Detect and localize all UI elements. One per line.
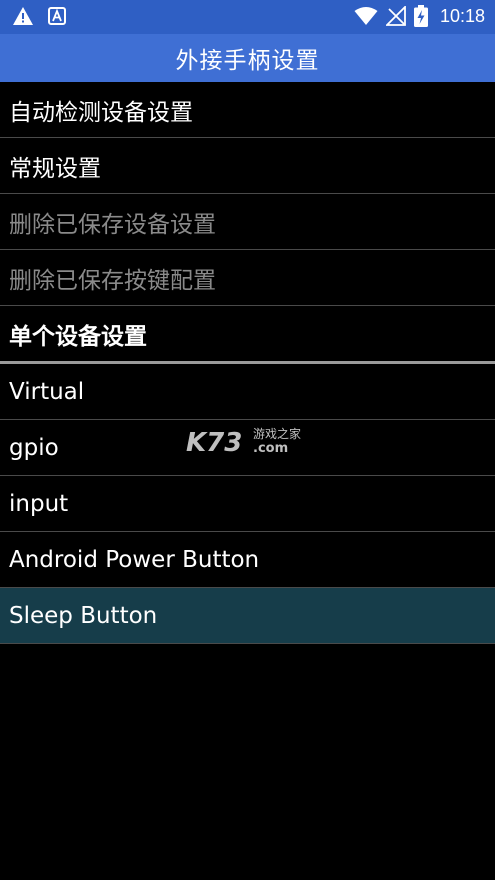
menu-item-delete-key-config: 删除已保存按键配置 <box>0 250 495 306</box>
menu-item-label: 删除已保存按键配置 <box>9 267 216 294</box>
device-item-label: Virtual <box>9 378 85 405</box>
menu-item-auto-detect[interactable]: 自动检测设备设置 <box>0 82 495 138</box>
device-item-sleep-button[interactable]: Sleep Button <box>0 588 495 644</box>
device-item-label: gpio <box>9 434 59 461</box>
menu-item-general[interactable]: 常规设置 <box>0 138 495 194</box>
battery-charging-icon <box>413 5 428 27</box>
status-right-icons: 10:18 <box>354 5 485 27</box>
menu-item-label: 常规设置 <box>9 155 101 182</box>
menu-item-delete-device-settings: 删除已保存设备设置 <box>0 194 495 250</box>
no-signal-icon <box>385 6 406 26</box>
device-item-virtual[interactable]: Virtual <box>0 364 495 420</box>
a-box-icon <box>48 7 66 25</box>
menu-item-label: 自动检测设备设置 <box>9 99 193 126</box>
menu-item-label: 删除已保存设备设置 <box>9 211 216 238</box>
app-bar: 外接手柄设置 <box>0 34 495 82</box>
section-header-devices: 单个设备设置 <box>0 306 495 364</box>
page-title: 外接手柄设置 <box>175 48 320 74</box>
status-bar: 10:18 <box>0 0 495 34</box>
wifi-icon <box>354 7 378 25</box>
status-time: 10:18 <box>439 5 485 26</box>
device-item-android-power-button[interactable]: Android Power Button <box>0 532 495 588</box>
settings-list: 自动检测设备设置 常规设置 删除已保存设备设置 删除已保存按键配置 单个设备设置… <box>0 82 495 644</box>
warning-icon <box>13 7 33 25</box>
device-item-label: Sleep Button <box>9 602 158 629</box>
device-item-gpio[interactable]: gpio <box>0 420 495 476</box>
device-item-input[interactable]: input <box>0 476 495 532</box>
device-item-label: Android Power Button <box>9 546 260 573</box>
status-left-icons <box>12 6 66 26</box>
device-item-label: input <box>9 490 69 517</box>
section-header-label: 单个设备设置 <box>9 323 147 350</box>
